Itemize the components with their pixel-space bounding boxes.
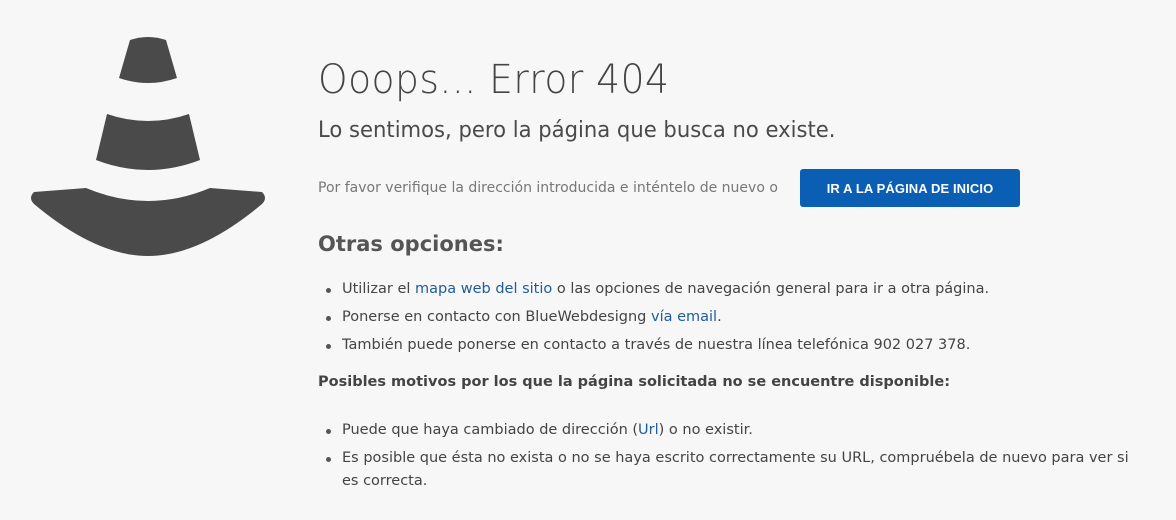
list-item-text: Utilizar el [342, 281, 416, 297]
options-heading: Otras opciones: [318, 232, 504, 256]
error-subtitle: Lo sentimos, pero la página que busca no… [318, 118, 836, 143]
list-item-text: ) o no existir. [658, 422, 753, 438]
list-item-text: Ponerse en contacto con BlueWebdesigng [342, 309, 651, 325]
list-item: Ponerse en contacto con BlueWebdesigng v… [318, 306, 1138, 329]
list-item-text: Puede que haya cambiado de dirección ( [342, 422, 639, 438]
verify-text: Por favor verifique la dirección introdu… [318, 180, 778, 196]
reasons-heading: Posibles motivos por los que la página s… [318, 374, 950, 390]
error-content: Ooops... Error 404 Lo sentimos, pero la … [318, 52, 1138, 498]
list-item: Es posible que ésta no exista o no se ha… [318, 447, 1138, 493]
list-item-text: Es posible que ésta no exista o no se ha… [342, 450, 1129, 489]
list-item-text: . [717, 309, 722, 325]
list-item-text: o las opciones de navegación general par… [552, 281, 990, 297]
error-page: Ooops... Error 404 Lo sentimos, pero la … [0, 0, 1176, 520]
list-item-text: También puede ponerse en contacto a trav… [342, 337, 971, 353]
site-map-link[interactable]: mapa web del sitio [415, 281, 552, 297]
list-item: Puede que haya cambiado de dirección (Ur… [318, 419, 1138, 442]
url-link[interactable]: Url [638, 422, 659, 438]
list-item: Utilizar el mapa web del sitio o las opc… [318, 278, 1138, 301]
options-list: Utilizar el mapa web del sitio o las opc… [318, 278, 1138, 357]
verify-row: Por favor verifique la dirección introdu… [318, 168, 1138, 208]
email-link[interactable]: vía email [651, 309, 717, 325]
list-item: También puede ponerse en contacto a trav… [318, 334, 1138, 357]
home-button[interactable]: IR A LA PÁGINA DE INICIO [800, 169, 1020, 207]
traffic-cone-icon [31, 37, 265, 256]
error-title: Ooops... Error 404 [318, 57, 670, 103]
reasons-list: Puede que haya cambiado de dirección (Ur… [318, 419, 1138, 493]
